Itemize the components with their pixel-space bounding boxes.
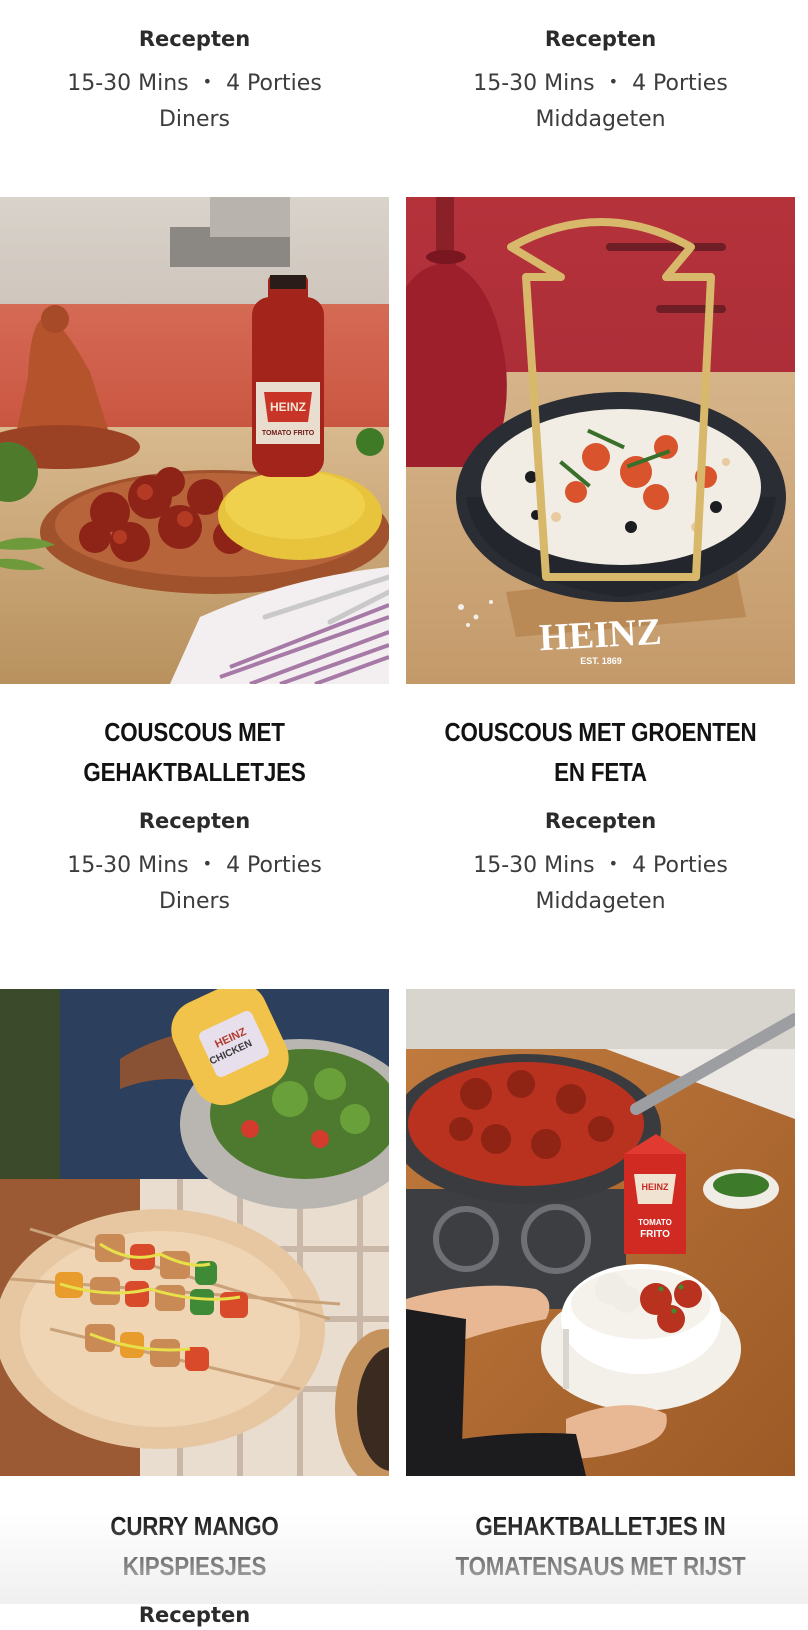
svg-text:EST. 1869: EST. 1869: [580, 656, 622, 666]
recipe-portions: 4 Porties: [226, 71, 322, 96]
svg-text:HEINZ: HEINZ: [538, 611, 663, 659]
meta-separator: •: [608, 72, 619, 91]
recipe-meta: 15-30 Mins • 4 Porties: [406, 64, 795, 102]
recipe-title[interactable]: COUSCOUS MET GROENTEN EN FETA: [442, 712, 759, 792]
recipe-portions: 4 Porties: [226, 853, 322, 878]
recipe-image-couscous-groenten-feta[interactable]: HEINZ EST. 1869: [406, 197, 795, 684]
recipe-card-info: Recepten 15-30 Mins • 4 Porties Diners: [0, 24, 389, 138]
recipe-time: 15-30 Mins: [67, 853, 189, 878]
recipe-card-info: COUSCOUS MET GEHAKTBALLETJES Recepten 15…: [0, 712, 389, 920]
recipe-card-info: Recepten 15-30 Mins • 4 Porties Middageten: [406, 24, 795, 138]
recipe-photo: HEINZ TOMATO FRITO: [0, 197, 389, 684]
recipe-time: 15-30 Mins: [67, 71, 189, 96]
recipe-photo: HEINZ TOMATO FRITO: [406, 989, 795, 1476]
recipe-portions: 4 Porties: [632, 71, 728, 96]
recipe-category: Recepten: [138, 1603, 251, 1627]
recipe-time: 15-30 Mins: [473, 853, 595, 878]
recipe-meta: 15-30 Mins • 4 Porties: [406, 846, 795, 884]
recipe-title[interactable]: CURRY MANGO KIPSPIESJES: [36, 1506, 353, 1586]
recipe-time: 15-30 Mins: [473, 71, 595, 96]
recipe-course: Middageten: [535, 107, 666, 132]
recipe-image-gehaktballetjes-tomatensaus[interactable]: HEINZ TOMATO FRITO: [406, 989, 795, 1476]
svg-text:TOMATO FRITO: TOMATO FRITO: [262, 430, 315, 437]
recipe-card-info: COUSCOUS MET GROENTEN EN FETA Recepten 1…: [406, 712, 795, 920]
recipe-course: Middageten: [535, 889, 666, 914]
svg-text:HEINZ: HEINZ: [642, 1182, 670, 1192]
recipe-category: Recepten: [138, 809, 251, 833]
recipe-photo: HEINZ EST. 1869: [406, 197, 795, 684]
svg-text:FRITO: FRITO: [640, 1229, 670, 1240]
recipe-title[interactable]: COUSCOUS MET GEHAKTBALLETJES: [36, 712, 353, 792]
recipe-image-couscous-gehaktballetjes[interactable]: HEINZ TOMATO FRITO: [0, 197, 389, 684]
meta-separator: •: [202, 854, 213, 873]
meta-separator: •: [202, 72, 213, 91]
svg-text:TOMATO: TOMATO: [638, 1218, 672, 1227]
recipe-course: Diners: [158, 107, 231, 132]
recipe-meta: 15-30 Mins • 4 Porties: [0, 64, 389, 102]
recipe-category: Recepten: [544, 27, 657, 51]
recipe-meta: 15-30 Mins • 4 Porties: [0, 846, 389, 884]
recipe-category: Recepten: [544, 809, 657, 833]
recipe-image-curry-mango-kipspiesjes[interactable]: HEINZ CHICKEN: [0, 989, 389, 1476]
recipe-card-info: GEHAKTBALLETJES IN TOMATENSAUS MET RIJST: [406, 1506, 795, 1586]
recipe-course: Diners: [158, 889, 231, 914]
recipe-category: Recepten: [138, 27, 251, 51]
recipe-card-info: CURRY MANGO KIPSPIESJES Recepten: [0, 1506, 389, 1630]
svg-text:HEINZ: HEINZ: [270, 400, 306, 414]
recipe-title[interactable]: GEHAKTBALLETJES IN TOMATENSAUS MET RIJST: [442, 1506, 759, 1586]
meta-separator: •: [608, 854, 619, 873]
recipe-portions: 4 Porties: [632, 853, 728, 878]
recipe-photo: HEINZ CHICKEN: [0, 989, 389, 1476]
